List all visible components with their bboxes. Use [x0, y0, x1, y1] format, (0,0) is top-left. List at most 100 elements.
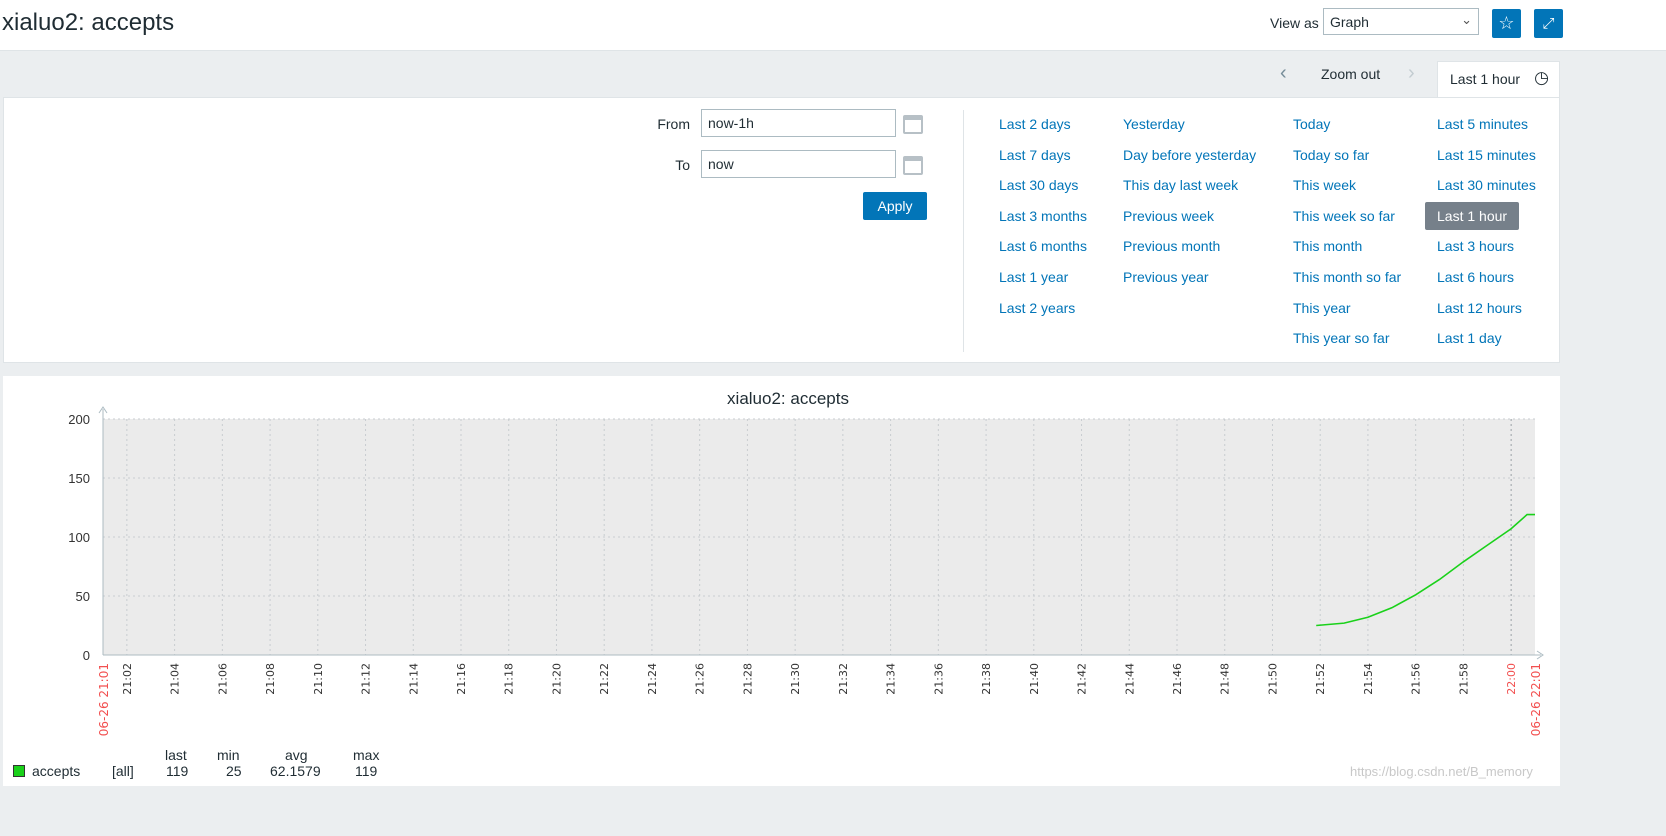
- quick-range-link[interactable]: Last 3 hours: [1437, 238, 1514, 254]
- legend-header-avg: avg: [285, 747, 308, 763]
- x-tick-label: 22:00: [1505, 663, 1518, 695]
- x-start-label: 06-26 21:01: [97, 663, 111, 736]
- x-tick-label: 21:18: [503, 663, 516, 695]
- chart-title: xialuo2: accepts: [727, 389, 849, 408]
- to-label: To: [675, 157, 690, 173]
- zoom-out-button[interactable]: Zoom out: [1321, 66, 1380, 82]
- quick-range-link[interactable]: This day last week: [1123, 177, 1238, 193]
- x-tick-label: 21:36: [932, 663, 945, 695]
- legend-avg: 62.1579: [270, 763, 321, 779]
- fullscreen-button[interactable]: ⤢: [1534, 9, 1563, 38]
- quick-range-link[interactable]: This week: [1293, 177, 1356, 193]
- x-tick-label: 21:56: [1410, 663, 1423, 695]
- x-tick-label: 21:04: [169, 663, 182, 695]
- quick-range-link[interactable]: Last 1 hour: [1425, 201, 1520, 230]
- quick-range-link[interactable]: Day before yesterday: [1123, 147, 1256, 163]
- x-tick-label: 21:02: [121, 663, 134, 695]
- x-tick-label: 21:06: [216, 663, 229, 695]
- x-tick-label: 21:10: [312, 663, 325, 695]
- view-as-value: Graph: [1330, 14, 1369, 30]
- x-tick-label: 21:14: [407, 663, 420, 695]
- legend-func: [all]: [112, 763, 134, 779]
- legend-header-last: last: [165, 747, 187, 763]
- x-tick-label: 21:38: [980, 663, 993, 695]
- quick-range-link[interactable]: Last 12 hours: [1437, 300, 1522, 316]
- watermark: https://blog.csdn.net/B_memory: [1350, 764, 1533, 779]
- legend-name: accepts: [32, 763, 81, 779]
- x-tick-label: 21:30: [789, 663, 802, 695]
- x-tick-label: 21:16: [455, 663, 468, 695]
- legend-min: 25: [226, 763, 242, 779]
- x-tick-label: 21:24: [646, 663, 659, 695]
- quick-range-link[interactable]: Previous week: [1123, 208, 1214, 224]
- quick-range-link[interactable]: Last 1 day: [1437, 330, 1502, 346]
- quick-range-link[interactable]: Previous year: [1123, 269, 1209, 285]
- x-tick-label: 21:22: [598, 663, 611, 695]
- x-tick-label: 21:26: [694, 663, 707, 695]
- x-end-label: 06-26 22:01: [1529, 663, 1543, 736]
- quick-range-link[interactable]: Last 2 days: [999, 116, 1071, 132]
- star-icon: ☆: [1498, 13, 1515, 33]
- from-label: From: [657, 116, 690, 132]
- quick-range-link[interactable]: Last 7 days: [999, 147, 1071, 163]
- x-tick-label: 21:52: [1314, 663, 1327, 695]
- clock-icon: ◷: [1534, 68, 1549, 87]
- legend-last: 119: [166, 763, 189, 779]
- quick-range-link[interactable]: Last 2 years: [999, 300, 1075, 316]
- quick-range-link[interactable]: Last 15 minutes: [1437, 147, 1536, 163]
- y-tick-label: 200: [68, 412, 90, 427]
- x-tick-label: 21:32: [837, 663, 850, 695]
- quick-range-link[interactable]: Last 5 minutes: [1437, 116, 1528, 132]
- quick-range-link[interactable]: Last 1 year: [999, 269, 1068, 285]
- quick-range-link[interactable]: Last 30 days: [999, 177, 1078, 193]
- divider: [963, 110, 964, 352]
- quick-range-link[interactable]: Last 30 minutes: [1437, 177, 1536, 193]
- x-tick-label: 21:34: [885, 663, 898, 695]
- y-tick-label: 0: [83, 648, 90, 663]
- quick-range-link[interactable]: Last 6 hours: [1437, 269, 1514, 285]
- to-input[interactable]: now: [701, 150, 896, 178]
- x-tick-label: 21:28: [741, 663, 754, 695]
- quick-range-link[interactable]: This month: [1293, 238, 1362, 254]
- x-tick-label: 21:12: [360, 663, 373, 695]
- quick-range-link[interactable]: This year: [1293, 300, 1351, 316]
- page-header: xialuo2: accepts View as Graph ⌄ ☆ ⤢: [0, 0, 1666, 51]
- legend-header-max: max: [353, 747, 380, 763]
- quick-range-link[interactable]: Today so far: [1293, 147, 1369, 163]
- tab-time-filter[interactable]: Last 1 hour ◷: [1437, 61, 1560, 98]
- y-tick-label: 150: [68, 471, 90, 486]
- chevron-down-icon: ⌄: [1461, 12, 1472, 27]
- tab-label: Last 1 hour: [1450, 71, 1521, 87]
- y-tick-label: 100: [68, 530, 90, 545]
- from-input[interactable]: now-1h: [701, 109, 896, 137]
- graph-chart: xialuo2: accepts 0 50 100 150 200 21:02 21:04 21…: [68, 389, 1544, 736]
- quick-range-link[interactable]: Last 3 months: [999, 208, 1087, 224]
- x-tick-label: 21:50: [1266, 663, 1279, 695]
- x-tick-label: 21:40: [1028, 663, 1041, 695]
- quick-range-link[interactable]: Today: [1293, 116, 1330, 132]
- calendar-icon[interactable]: [903, 115, 923, 134]
- x-tick-label: 21:08: [264, 663, 277, 695]
- x-tick-label: 21:44: [1123, 663, 1136, 695]
- calendar-icon[interactable]: [903, 156, 923, 175]
- x-tick-label: 21:46: [1171, 663, 1184, 695]
- view-as-select[interactable]: Graph ⌄: [1323, 8, 1479, 35]
- expand-icon: ⤢: [1542, 15, 1555, 32]
- quick-range-link[interactable]: Previous month: [1123, 238, 1220, 254]
- legend-header-min: min: [217, 747, 240, 763]
- apply-button[interactable]: Apply: [863, 192, 927, 220]
- legend-max: 119: [355, 763, 378, 779]
- quick-range-link[interactable]: This year so far: [1293, 330, 1389, 346]
- quick-range-link[interactable]: Yesterday: [1123, 116, 1185, 132]
- x-tick-label: 21:54: [1362, 663, 1375, 695]
- x-tick-label: 21:58: [1457, 663, 1470, 695]
- quick-range-link[interactable]: This week so far: [1293, 208, 1395, 224]
- quick-range-link[interactable]: This month so far: [1293, 269, 1401, 285]
- x-tick-label: 21:42: [1076, 663, 1089, 695]
- add-favorite-button[interactable]: ☆: [1492, 9, 1521, 38]
- x-tick-label: 21:20: [550, 663, 563, 695]
- chevron-left-icon[interactable]: ‹: [1280, 62, 1287, 85]
- view-as-label: View as: [1270, 15, 1319, 31]
- chevron-right-icon[interactable]: ›: [1408, 62, 1415, 85]
- quick-range-link[interactable]: Last 6 months: [999, 238, 1087, 254]
